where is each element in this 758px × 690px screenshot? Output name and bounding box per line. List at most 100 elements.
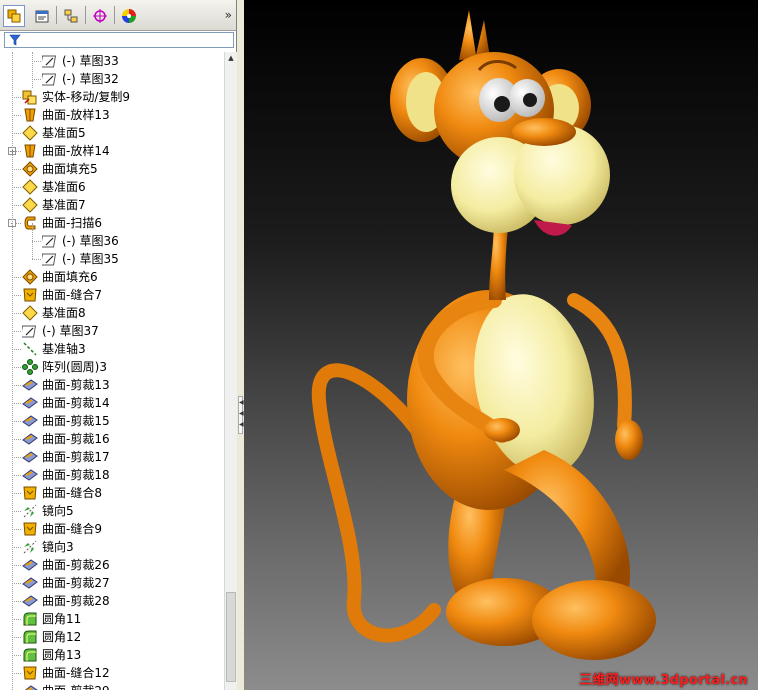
surface-knit-icon — [22, 287, 38, 303]
move-copy-icon — [22, 89, 38, 105]
collapse-panel-handle[interactable]: ◀ ◀ ◀ — [238, 396, 244, 434]
feature-manager-tab[interactable] — [3, 5, 25, 27]
tree-connector — [12, 349, 21, 350]
display-manager-tab[interactable] — [118, 5, 140, 27]
graphics-viewport[interactable]: 三维网www.3dportal.cn — [244, 0, 758, 690]
tree-item-label: (-) 草图35 — [62, 252, 119, 266]
tree-item[interactable]: 实体-移动/复制9 — [22, 88, 130, 106]
tree-item-label: 曲面填充6 — [42, 270, 98, 284]
tree-item-label: (-) 草图37 — [42, 324, 99, 338]
tree-item[interactable]: 曲面-剪裁26 — [22, 556, 110, 574]
tree-item[interactable]: 曲面-剪裁15 — [22, 412, 110, 430]
tree-item[interactable]: 圆角13 — [22, 646, 81, 664]
tree-filter-input[interactable] — [4, 32, 234, 48]
tree-item-label: 曲面-剪裁14 — [42, 396, 110, 410]
tree-connector — [12, 367, 21, 368]
surface-trim-icon — [22, 467, 38, 483]
tree-item-label: 曲面-剪裁27 — [42, 576, 110, 590]
tree-item[interactable]: 曲面-剪裁27 — [22, 574, 110, 592]
tree-item[interactable]: 曲面-放样13 — [22, 106, 110, 124]
tree-item[interactable]: 基准面5 — [22, 124, 86, 142]
tree-item[interactable]: 曲面-剪裁18 — [22, 466, 110, 484]
tree-item[interactable]: 圆角11 — [22, 610, 81, 628]
tree-item-label: 镜向3 — [42, 540, 74, 554]
tree-item-label: (-) 草图33 — [62, 54, 119, 68]
tree-item[interactable]: 阵列(圆周)3 — [22, 358, 107, 376]
monkey-hair — [459, 10, 490, 60]
surface-fill-icon — [22, 161, 38, 177]
tree-item[interactable]: 曲面-剪裁14 — [22, 394, 110, 412]
surface-knit-icon — [22, 665, 38, 681]
mirror-icon — [22, 503, 38, 519]
surface-loft-icon — [22, 143, 38, 159]
tree-item[interactable]: 曲面填充6 — [22, 268, 98, 286]
tree-item[interactable]: (-) 草图35 — [39, 250, 119, 268]
tree-item[interactable]: 曲面-缝合12 — [22, 664, 110, 682]
tree-branch-line — [32, 223, 33, 259]
surface-trim-icon — [22, 683, 38, 690]
tree-item[interactable]: 基准轴3 — [22, 340, 86, 358]
sketch-icon — [39, 233, 58, 249]
tree-item[interactable]: 曲面-剪裁28 — [22, 592, 110, 610]
tree-connector — [12, 457, 21, 458]
feature-tree: (-) 草图33 (-) 草图32 实体-移动/复制9 曲面-放样13 基准面5 曲面-放… — [0, 52, 224, 690]
tree-item[interactable]: 基准面6 — [22, 178, 86, 196]
tree-connector — [12, 619, 21, 620]
tree-connector — [12, 583, 21, 584]
scroll-up-arrow[interactable]: ▲ — [225, 52, 237, 64]
tree-item[interactable]: 曲面-缝合7 — [22, 286, 102, 304]
tree-scrollbar[interactable]: ▲ — [224, 52, 237, 690]
tree-connector — [12, 565, 21, 566]
tree-item[interactable]: 镜向5 — [22, 502, 74, 520]
tree-item[interactable]: 基准面7 — [22, 196, 86, 214]
tree-item-label: 基准面5 — [42, 126, 86, 140]
tree-connector — [12, 295, 21, 296]
panel-splitter[interactable]: ◀ ◀ ◀ — [237, 0, 244, 690]
feature-manager-panel: » (-) 草图33 (-) 草图32 实体-移动/复制9 曲面-放样13 基准面5 曲面… — [0, 0, 237, 690]
tree-item[interactable]: 曲面填充5 — [22, 160, 98, 178]
tree-item[interactable]: 曲面-剪裁16 — [22, 430, 110, 448]
tree-item[interactable]: 曲面-缝合8 — [22, 484, 102, 502]
tree-item[interactable]: 圆角12 — [22, 628, 81, 646]
tree-item-label: 曲面-剪裁29 — [42, 682, 110, 690]
tree-item-label: 镜向5 — [42, 504, 74, 518]
property-manager-tab[interactable] — [31, 5, 53, 27]
tree-item-label: 基准面6 — [42, 180, 86, 194]
tree-connector — [12, 529, 21, 530]
tree-item-label: 曲面-缝合9 — [42, 522, 102, 536]
tree-connector — [12, 313, 21, 314]
tree-item[interactable]: 曲面-剪裁29 — [22, 682, 110, 690]
scroll-thumb[interactable] — [226, 592, 236, 682]
tree-item-label: 阵列(圆周)3 — [42, 360, 107, 374]
tree-item-label: 圆角11 — [42, 612, 82, 626]
sketch-icon — [39, 53, 58, 69]
tree-item[interactable]: 曲面-扫描6 — [22, 214, 102, 232]
tree-connector — [12, 637, 21, 638]
configuration-manager-icon — [64, 9, 78, 23]
toolbar-more-button[interactable]: » — [225, 8, 232, 22]
surface-trim-icon — [22, 377, 38, 393]
surface-trim-icon — [22, 557, 38, 573]
site-watermark: 三维网www.3dportal.cn — [579, 673, 748, 688]
tree-item[interactable]: 曲面-缝合9 — [22, 520, 102, 538]
dimxpert-manager-tab[interactable] — [89, 5, 111, 27]
plane-icon — [22, 179, 38, 195]
tree-connector — [12, 169, 21, 170]
tree-item[interactable]: (-) 草图33 — [39, 52, 119, 70]
tree-connector — [12, 133, 21, 134]
tree-item[interactable]: 基准面8 — [22, 304, 86, 322]
tree-item[interactable]: 曲面-剪裁17 — [22, 448, 110, 466]
tree-item-label: 圆角12 — [42, 630, 82, 644]
configuration-manager-tab[interactable] — [60, 5, 82, 27]
tree-item[interactable]: (-) 草图37 — [19, 322, 99, 340]
fillet-icon — [22, 629, 38, 645]
monkey-left-pupil — [494, 96, 510, 112]
tree-item-label: 曲面-剪裁26 — [42, 558, 110, 572]
tree-item[interactable]: 曲面-放样14 — [22, 142, 110, 160]
tree-item[interactable]: 曲面-剪裁13 — [22, 376, 110, 394]
tree-item[interactable]: (-) 草图32 — [39, 70, 119, 88]
tree-item[interactable]: (-) 草图36 — [39, 232, 119, 250]
tree-item[interactable]: 镜向3 — [22, 538, 74, 556]
tree-item-label: 曲面-缝合8 — [42, 486, 102, 500]
monkey-model — [311, 10, 656, 660]
